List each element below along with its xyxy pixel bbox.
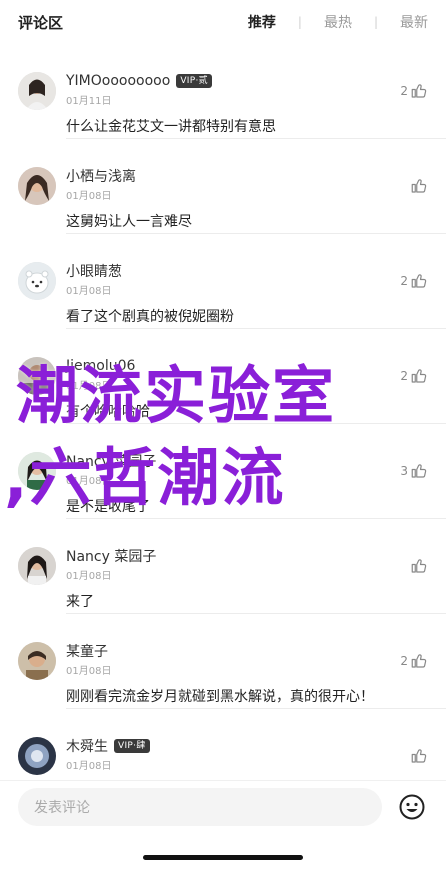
like-button[interactable]	[408, 557, 428, 575]
page-title: 评论区	[18, 13, 64, 32]
tab-divider: |	[373, 15, 378, 29]
comment-text: 是不是收尾了	[66, 499, 150, 515]
like-button[interactable]: 3	[400, 462, 428, 480]
comment-header: 评论区 推荐 | 最热 | 最新	[0, 0, 446, 44]
tab-newest[interactable]: 最新	[400, 12, 428, 32]
vip-badge: VIP·贰	[176, 74, 212, 88]
thumb-up-icon	[411, 749, 427, 763]
avatar[interactable]	[18, 167, 56, 205]
like-button[interactable]: 2	[400, 272, 428, 290]
comment-author[interactable]: 小栖与浅离	[66, 166, 136, 186]
comment-author[interactable]: Jiemolu06	[66, 358, 135, 374]
tab-hottest[interactable]: 最热	[324, 12, 352, 32]
thumb-up-icon	[411, 84, 427, 98]
comment-composer: 发表评论	[0, 780, 446, 869]
comment-text: 看了这个剧真的被倪妮圈粉	[66, 309, 234, 325]
comment-author[interactable]: 小眼睛葱	[66, 261, 122, 281]
list-item: YIMOoooooooo VIP·贰 01月11日 什么让金花艾文一讲都特别有意…	[0, 44, 446, 139]
list-item: 小栖与浅离 01月08日 这舅妈让人一言难尽	[0, 139, 446, 234]
comment-text: 什么让金花艾文一讲都特别有意思	[66, 119, 276, 135]
avatar[interactable]	[18, 547, 56, 585]
tab-recommended[interactable]: 推荐	[248, 12, 276, 32]
like-button[interactable]	[408, 747, 428, 765]
comment-author[interactable]: Nancy 菜园子	[66, 546, 156, 566]
smiley-face-icon[interactable]	[399, 794, 425, 820]
avatar[interactable]	[18, 737, 56, 775]
list-item: Jiemolu06 01月08日 有个哈哈哈哈 2	[0, 329, 446, 424]
like-button[interactable]: 2	[400, 652, 428, 670]
like-count: 2	[400, 369, 408, 383]
comment-date: 01月08日	[66, 191, 112, 202]
comment-list[interactable]: YIMOoooooooo VIP·贰 01月11日 什么让金花艾文一讲都特别有意…	[0, 44, 446, 780]
thumb-up-icon	[411, 274, 427, 288]
list-item: 某童子 01月08日 刚刚看完流金岁月就碰到黑水解说，真的很开心！ 2	[0, 614, 446, 709]
thumb-up-icon	[411, 654, 427, 668]
comment-text: 这舅妈让人一言难尽	[66, 214, 192, 230]
thumb-up-icon	[411, 179, 427, 193]
vip-badge: VIP·肆	[114, 739, 150, 753]
like-count: 2	[400, 84, 408, 98]
list-item: 木舜生 VIP·肆 01月08日	[0, 709, 446, 780]
comment-text: 来了	[66, 594, 94, 610]
comment-date: 01月11日	[66, 96, 112, 107]
thumb-up-icon	[411, 559, 427, 573]
avatar[interactable]	[18, 642, 56, 680]
comment-author[interactable]: Nancy 菜园子	[66, 451, 156, 471]
thumb-up-icon	[411, 464, 427, 478]
avatar[interactable]	[18, 452, 56, 490]
like-count: 2	[400, 654, 408, 668]
comment-text: 刚刚看完流金岁月就碰到黑水解说，真的很开心！	[66, 689, 374, 705]
like-button[interactable]	[408, 177, 428, 195]
like-count: 3	[400, 464, 408, 478]
list-item: 小眼睛葱 01月08日 看了这个剧真的被倪妮圈粉 2	[0, 234, 446, 329]
sort-tabs: 推荐 | 最热 | 最新	[248, 12, 428, 32]
comment-author[interactable]: 木舜生	[66, 736, 108, 756]
list-item: Nancy 菜园子 01月08日 是不是收尾了 3	[0, 424, 446, 519]
avatar[interactable]	[18, 72, 56, 110]
avatar[interactable]	[18, 262, 56, 300]
comment-author[interactable]: YIMOoooooooo	[66, 73, 170, 89]
comment-text: 有个哈哈哈哈	[66, 404, 150, 420]
avatar[interactable]	[18, 357, 56, 395]
like-button[interactable]: 2	[400, 82, 428, 100]
comment-date: 01月08日	[66, 666, 112, 677]
comment-date: 01月08日	[66, 761, 112, 772]
like-count: 2	[400, 274, 408, 288]
thumb-up-icon	[411, 369, 427, 383]
home-indicator	[143, 855, 303, 860]
like-button[interactable]: 2	[400, 367, 428, 385]
comment-author[interactable]: 某童子	[66, 641, 108, 661]
comment-input[interactable]: 发表评论	[18, 788, 382, 826]
comment-date: 01月08日	[66, 476, 112, 487]
tab-divider: |	[297, 15, 302, 29]
comment-date: 01月08日	[66, 286, 112, 297]
list-item: Nancy 菜园子 01月08日 来了	[0, 519, 446, 614]
comment-date: 01月08日	[66, 381, 112, 392]
comment-date: 01月08日	[66, 571, 112, 582]
